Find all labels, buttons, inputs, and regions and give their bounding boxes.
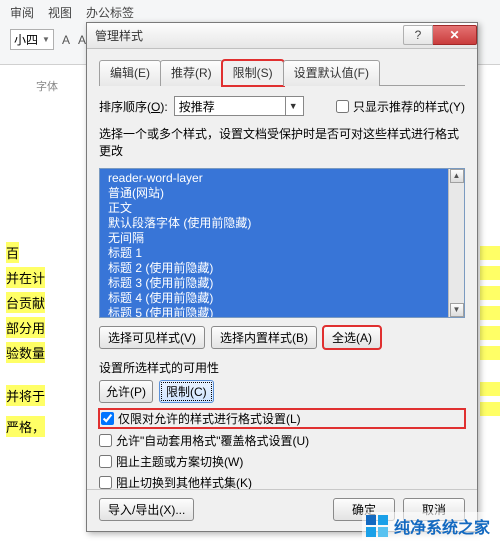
select-builtin-button[interactable]: 选择内置样式(B) <box>211 326 317 349</box>
chevron-down-icon: ▼ <box>285 97 301 115</box>
sort-label: 排序顺序(O): <box>99 98 168 115</box>
select-visible-button[interactable]: 选择可见样式(V) <box>99 326 205 349</box>
help-button[interactable]: ? <box>403 25 433 45</box>
scroll-down-icon[interactable]: ▼ <box>450 303 464 317</box>
only-allowed-formatting-row[interactable]: 仅限对允许的样式进行格式设置(L) <box>99 409 465 428</box>
sort-value: 按推荐 <box>179 98 215 115</box>
doc-text: 验数量 <box>6 342 45 363</box>
tab-edit[interactable]: 编辑(E) <box>99 60 161 86</box>
document-area-left: 百 并在计 台贡献 部分用 验数量 并将于 严格， <box>0 100 80 540</box>
scroll-up-icon[interactable]: ▲ <box>450 169 464 183</box>
block-theme-switch-checkbox[interactable] <box>99 455 112 468</box>
chevron-down-icon: ▼ <box>42 35 50 44</box>
doc-text: 部分用 <box>6 317 45 338</box>
font-size-combo[interactable]: 小四 ▼ <box>10 29 54 50</box>
autoformat-override-row[interactable]: 允许"自动套用格式"覆盖格式设置(U) <box>99 432 465 449</box>
restrict-button[interactable]: 限制(C) <box>159 380 214 403</box>
sort-combo[interactable]: 按推荐 ▼ <box>174 96 304 116</box>
list-item[interactable]: 标题 4 (使用前隐藏) <box>100 291 464 306</box>
description-text: 选择一个或多个样式，设置文档受保护时是否可对这些样式进行格式更改 <box>99 126 465 160</box>
doc-text: 严格， <box>6 416 45 437</box>
titlebar: 管理样式 ? ✕ <box>87 23 477 49</box>
watermark-logo-icon <box>366 515 388 537</box>
close-button[interactable]: ✕ <box>433 25 477 45</box>
font-grow-button[interactable]: A <box>62 33 70 47</box>
ribbon-tabs: 审阅 视图 办公标签 <box>0 0 500 23</box>
sort-row: 排序顺序(O): 按推荐 ▼ 只显示推荐的样式(Y) <box>99 96 465 116</box>
list-item[interactable]: 标题 1 <box>100 246 464 261</box>
list-item[interactable]: 标题 3 (使用前隐藏) <box>100 276 464 291</box>
only-recommended-checkbox[interactable] <box>336 100 349 113</box>
check-label: 允许"自动套用格式"覆盖格式设置(U) <box>116 432 309 449</box>
ribbon-group-label: 字体 <box>36 78 58 94</box>
styles-listbox[interactable]: reader-word-layer 普通(网站) 正文 默认段落字体 (使用前隐… <box>99 168 465 318</box>
font-size-value: 小四 <box>14 31 38 48</box>
block-theme-switch-row[interactable]: 阻止主题或方案切换(W) <box>99 453 465 470</box>
only-allowed-formatting-checkbox[interactable] <box>101 412 114 425</box>
doc-text: 台贡献 <box>6 292 45 313</box>
check-label: 仅限对允许的样式进行格式设置(L) <box>118 410 301 427</box>
list-item[interactable]: 无间隔 <box>100 231 464 246</box>
ribbon-tab[interactable]: 办公标签 <box>86 4 134 21</box>
tab-restrict[interactable]: 限制(S) <box>222 60 284 86</box>
only-recommended-label: 只显示推荐的样式(Y) <box>353 98 465 115</box>
list-item[interactable]: 标题 2 (使用前隐藏) <box>100 261 464 276</box>
watermark-text: 纯净系统之家 <box>394 514 490 538</box>
tab-defaults[interactable]: 设置默认值(F) <box>283 60 380 86</box>
check-label: 阻止主题或方案切换(W) <box>116 453 243 470</box>
select-all-button[interactable]: 全选(A) <box>323 326 381 349</box>
list-item[interactable]: 标题 5 (使用前隐藏) <box>100 306 464 318</box>
manage-styles-dialog: 管理样式 ? ✕ 编辑(E) 推荐(R) 限制(S) 设置默认值(F) 排序顺序… <box>86 22 478 532</box>
ribbon-tab[interactable]: 审阅 <box>10 4 34 21</box>
tabstrip: 编辑(E) 推荐(R) 限制(S) 设置默认值(F) <box>99 59 465 86</box>
only-recommended-check[interactable]: 只显示推荐的样式(Y) <box>336 98 465 115</box>
dialog-title: 管理样式 <box>95 27 143 44</box>
watermark: 纯净系统之家 <box>362 512 494 540</box>
doc-text: 并在计 <box>6 267 45 288</box>
ribbon-tab[interactable]: 视图 <box>48 4 72 21</box>
document-area-right <box>480 100 500 540</box>
doc-text: 并将于 <box>6 385 45 406</box>
selection-buttons-row: 选择可见样式(V) 选择内置样式(B) 全选(A) <box>99 326 465 349</box>
list-item[interactable]: 正文 <box>100 201 464 216</box>
doc-text: 百 <box>6 242 19 263</box>
availability-label: 设置所选样式的可用性 <box>99 359 465 376</box>
block-styleset-switch-checkbox[interactable] <box>99 476 112 489</box>
list-item[interactable]: 普通(网站) <box>100 186 464 201</box>
import-export-button[interactable]: 导入/导出(X)... <box>99 498 194 521</box>
list-item[interactable]: reader-word-layer <box>100 171 464 186</box>
dialog-body: 编辑(E) 推荐(R) 限制(S) 设置默认值(F) 排序顺序(O): 按推荐 … <box>87 49 477 533</box>
autoformat-override-checkbox[interactable] <box>99 434 112 447</box>
allow-restrict-row: 允许(P) 限制(C) <box>99 380 465 403</box>
tab-recommend[interactable]: 推荐(R) <box>160 60 223 86</box>
allow-button[interactable]: 允许(P) <box>99 380 153 403</box>
list-item[interactable]: 默认段落字体 (使用前隐藏) <box>100 216 464 231</box>
listbox-scrollbar[interactable]: ▲ ▼ <box>448 169 464 317</box>
